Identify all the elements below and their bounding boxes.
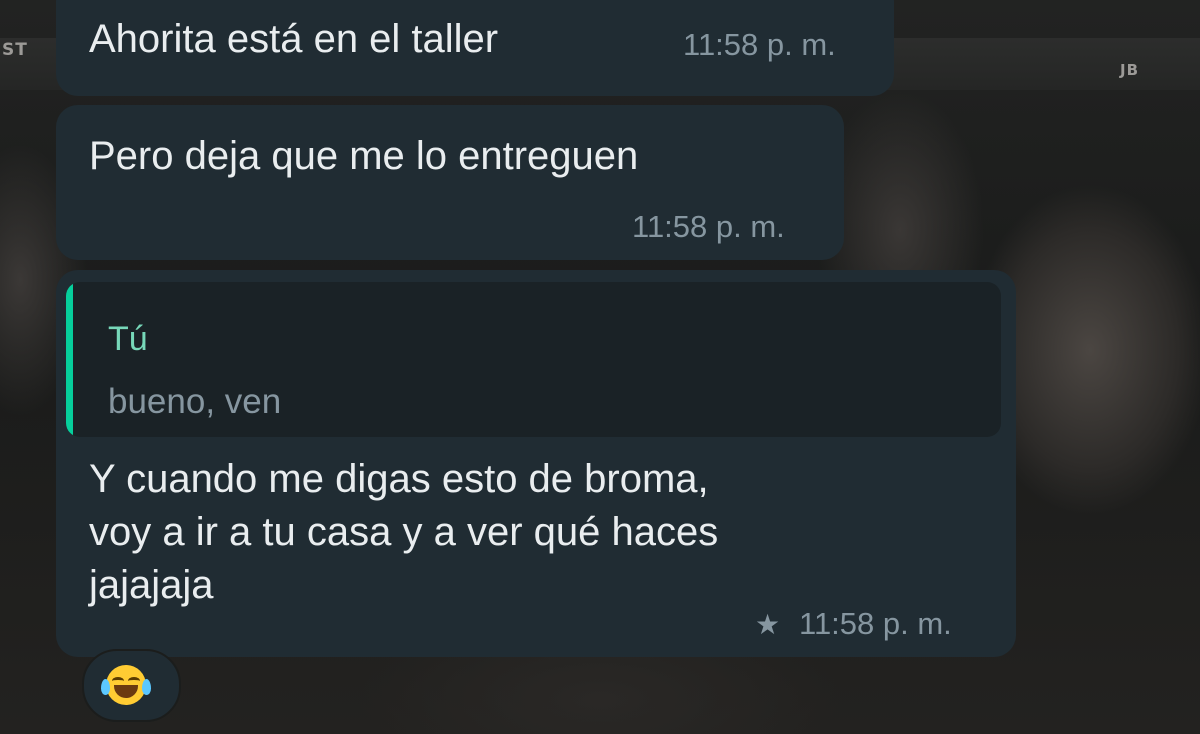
star-icon: ★ [755, 609, 781, 640]
message-line: voy a ir a tu casa y a ver qué haces [89, 510, 719, 554]
wallpaper-text-left: ST [2, 40, 28, 60]
message-text: Y cuando me digas esto de broma, voy a i… [89, 453, 969, 612]
quoted-text: bueno, ven [108, 382, 282, 421]
message-reaction[interactable] [82, 649, 181, 722]
quoted-message[interactable]: Tú bueno, ven [66, 282, 1001, 437]
message-line: Y cuando me digas esto de broma, [89, 457, 709, 501]
message-timestamp: 11:58 p. m. [632, 209, 785, 244]
incoming-message-bubble[interactable]: Ahorita está en el taller 11:58 p. m. [56, 0, 894, 96]
face-with-tears-of-joy-icon [101, 665, 151, 705]
message-line: jajajaja [89, 563, 214, 607]
incoming-reply-message-bubble[interactable]: Tú bueno, ven Y cuando me digas esto de … [56, 270, 1016, 657]
incoming-message-bubble[interactable]: Pero deja que me lo entreguen 11:58 p. m… [56, 105, 844, 260]
message-timestamp: 11:58 p. m. [683, 27, 836, 62]
message-text: Pero deja que me lo entreguen [89, 134, 639, 178]
message-text: Ahorita está en el taller [89, 17, 499, 61]
quoted-author: Tú [108, 320, 148, 358]
message-timestamp: 11:58 p. m. [799, 606, 952, 641]
wallpaper-text-right: JB [1120, 61, 1140, 79]
quote-accent-bar [66, 282, 73, 437]
